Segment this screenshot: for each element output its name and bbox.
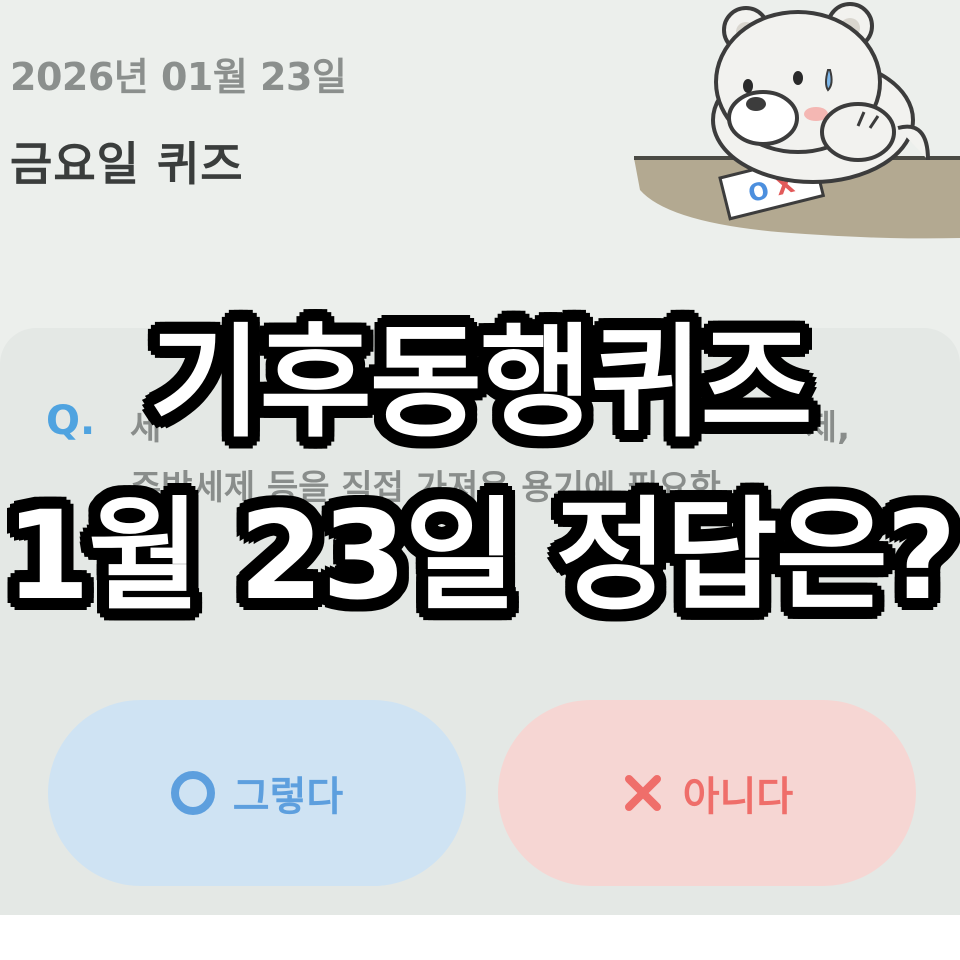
answer-yes-label: 그렇다	[232, 774, 344, 820]
answer-no-label: 아니다	[682, 774, 794, 820]
circle-icon	[170, 771, 215, 815]
overlay-headline-line-1: 기후동행퀴즈	[149, 312, 812, 454]
overlay-headline-line-2: 1월 23일 정답은?	[5, 485, 957, 627]
polar-bear-mascot-icon: O X	[634, 2, 960, 239]
bottom-strip	[0, 915, 960, 960]
x-icon	[624, 775, 661, 811]
answer-no-button[interactable]: 아니다	[498, 700, 916, 886]
quiz-date: 2026년 01월 23일	[10, 55, 347, 99]
page-title: 금요일 퀴즈	[10, 137, 244, 191]
answer-yes-button[interactable]: 그렇다	[48, 700, 466, 886]
